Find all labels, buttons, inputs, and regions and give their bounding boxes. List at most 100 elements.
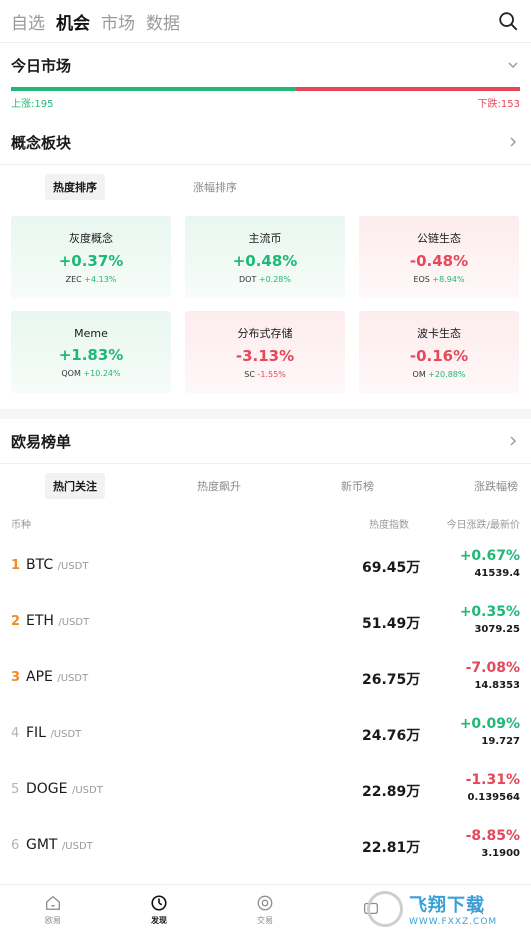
top-nav: 自选 机会 市场 数据 xyxy=(0,0,531,42)
concepts-sort-tabs: 热度排序 涨幅排序 xyxy=(0,165,531,209)
sort-by-gain-tab[interactable]: 涨幅排序 xyxy=(185,174,245,200)
ranking-tabs: 热门关注 热度飙升 新币榜 涨跌幅榜 xyxy=(0,464,531,508)
last-price: 0.139564 xyxy=(467,792,520,803)
concept-change: -0.16% xyxy=(409,347,469,365)
discover-icon xyxy=(151,894,167,911)
concept-change: -0.48% xyxy=(409,252,469,270)
ranking-header[interactable]: 欧易榜单 xyxy=(0,419,531,463)
quote-currency: /USDT xyxy=(61,841,93,852)
ranking-title: 欧易榜单 xyxy=(11,432,72,451)
market-ratio-bar xyxy=(11,87,520,91)
coin-pair: APE /USDT xyxy=(26,669,88,685)
tab-gainers-losers[interactable]: 涨跌幅榜 xyxy=(466,473,526,499)
section-gap xyxy=(0,409,531,419)
concept-card[interactable]: 波卡生态 -0.16% OM +20.88% xyxy=(359,311,519,393)
ranking-row[interactable]: 1 BTC /USDT 69.45万 +0.67% 41539.4 xyxy=(0,538,531,594)
last-price: 19.727 xyxy=(481,736,520,747)
lead-coin-change: +10.24% xyxy=(83,368,121,378)
chevron-down-icon[interactable] xyxy=(506,58,520,72)
last-price: 14.8353 xyxy=(474,680,520,691)
tab-heat-rising[interactable]: 热度飙升 xyxy=(189,473,249,499)
rank-number: 1 xyxy=(11,558,21,573)
coin-symbol: DOGE xyxy=(26,781,68,797)
chevron-right-icon[interactable] xyxy=(506,135,520,149)
ranking-row[interactable]: 5 DOGE /USDT 22.89万 -1.31% 0.139564 xyxy=(0,762,531,818)
concept-card[interactable]: 公链生态 -0.48% EOS +8.94% xyxy=(359,216,519,298)
up-count-label: 上涨:195 xyxy=(11,99,54,110)
quote-currency: /USDT xyxy=(50,729,82,740)
tab-watchlist[interactable]: 自选 xyxy=(11,9,45,34)
concept-card[interactable]: 主流币 +0.48% DOT +0.28% xyxy=(185,216,345,298)
rank-number: 6 xyxy=(11,838,20,853)
concept-lead-coin: OM +20.88% xyxy=(413,370,466,379)
coin-pair: ETH /USDT xyxy=(26,613,89,629)
last-price: 3079.25 xyxy=(474,624,520,635)
sort-by-heat-tab[interactable]: 热度排序 xyxy=(45,174,105,200)
bottom-nav-home[interactable]: 欧易 xyxy=(0,885,106,934)
concept-lead-coin: ZEC +4.13% xyxy=(66,275,117,284)
quote-currency: /USDT xyxy=(58,617,90,628)
market-today-header[interactable]: 今日市场 xyxy=(0,43,531,87)
market-today-title: 今日市场 xyxy=(11,56,72,75)
concept-name: 灰度概念 xyxy=(69,232,113,245)
tab-data[interactable]: 数据 xyxy=(146,9,180,34)
concept-card[interactable]: 分布式存储 -3.13% SC -1.55% xyxy=(185,311,345,393)
tab-opportunities[interactable]: 机会 xyxy=(56,9,90,34)
lead-coin-change: +8.94% xyxy=(432,275,465,284)
bottom-nav-trade[interactable]: 交易 xyxy=(212,885,318,934)
heat-index: 22.81万 xyxy=(362,840,421,856)
trade-icon xyxy=(257,895,273,910)
lead-coin-change: -1.55% xyxy=(257,370,286,379)
bottom-nav-label: 欧易 xyxy=(45,915,61,925)
concepts-title: 概念板块 xyxy=(11,133,72,152)
tab-hot-follow[interactable]: 热门关注 xyxy=(45,473,105,499)
concept-cards: 灰度概念 +0.37% ZEC +4.13% 主流币 +0.48% DOT +0.28% 公… xyxy=(0,209,531,409)
tab-new-coins[interactable]: 新币榜 xyxy=(333,473,382,499)
ranking-rows: 1 BTC /USDT 69.45万 +0.67% 41539.4 2 ETH /USDT 5… xyxy=(0,538,531,874)
rank-number: 3 xyxy=(11,670,21,685)
concept-lead-coin: QOM +10.24% xyxy=(61,369,120,378)
ranking-row[interactable]: 3 APE /USDT 26.75万 -7.08% 14.8353 xyxy=(0,650,531,706)
coin-symbol: ETH xyxy=(26,613,54,629)
down-count-label: 下跌:153 xyxy=(477,99,520,110)
bottom-nav-label: 交易 xyxy=(257,915,273,925)
last-price: 41539.4 xyxy=(474,568,520,579)
ranking-row[interactable]: 6 GMT /USDT 22.81万 -8.85% 3.1900 xyxy=(0,818,531,874)
ratio-down-fill xyxy=(296,87,520,91)
coin-pair: BTC /USDT xyxy=(26,557,88,573)
lead-coin-symbol: QOM xyxy=(61,368,81,378)
heat-index: 69.45万 xyxy=(362,560,421,576)
concept-card[interactable]: 灰度概念 +0.37% ZEC +4.13% xyxy=(11,216,171,298)
ranking-row[interactable]: 2 ETH /USDT 51.49万 +0.35% 3079.25 xyxy=(0,594,531,650)
col-coin: 币种 xyxy=(11,519,31,531)
daily-change: -1.31% xyxy=(465,772,520,788)
concept-card[interactable]: Meme +1.83% QOM +10.24% xyxy=(11,311,171,393)
coin-symbol: APE xyxy=(26,669,53,685)
ratio-up-fill xyxy=(11,87,297,91)
concept-lead-coin: DOT +0.28% xyxy=(239,275,291,284)
quote-currency: /USDT xyxy=(57,673,89,684)
quote-currency: /USDT xyxy=(57,561,89,572)
bottom-nav-label: 发现 xyxy=(151,915,167,925)
lead-coin-change: +0.28% xyxy=(258,275,291,284)
quote-currency: /USDT xyxy=(71,785,103,796)
heat-index: 51.49万 xyxy=(362,616,421,632)
ranking-row[interactable]: 4 FIL /USDT 24.76万 +0.09% 19.727 xyxy=(0,706,531,762)
tab-markets[interactable]: 市场 xyxy=(101,9,135,34)
watermark-ring-icon xyxy=(367,891,403,927)
concept-name: 波卡生态 xyxy=(417,327,461,340)
concept-lead-coin: SC -1.55% xyxy=(244,370,286,379)
coin-pair: FIL /USDT xyxy=(26,725,81,741)
concept-change: +0.48% xyxy=(232,252,298,270)
lead-coin-symbol: OM xyxy=(412,370,426,379)
lead-coin-change: +4.13% xyxy=(84,275,117,284)
concept-name: 公链生态 xyxy=(417,232,461,245)
bottom-nav-discover[interactable]: 发现 xyxy=(106,885,212,934)
concept-lead-coin: EOS +8.94% xyxy=(413,275,464,284)
rank-number: 5 xyxy=(11,782,20,797)
heat-index: 22.89万 xyxy=(362,784,421,800)
concepts-header[interactable]: 概念板块 xyxy=(0,120,531,164)
search-icon[interactable] xyxy=(497,10,519,32)
chevron-right-icon[interactable] xyxy=(506,434,520,448)
lead-coin-symbol: ZEC xyxy=(65,275,82,284)
